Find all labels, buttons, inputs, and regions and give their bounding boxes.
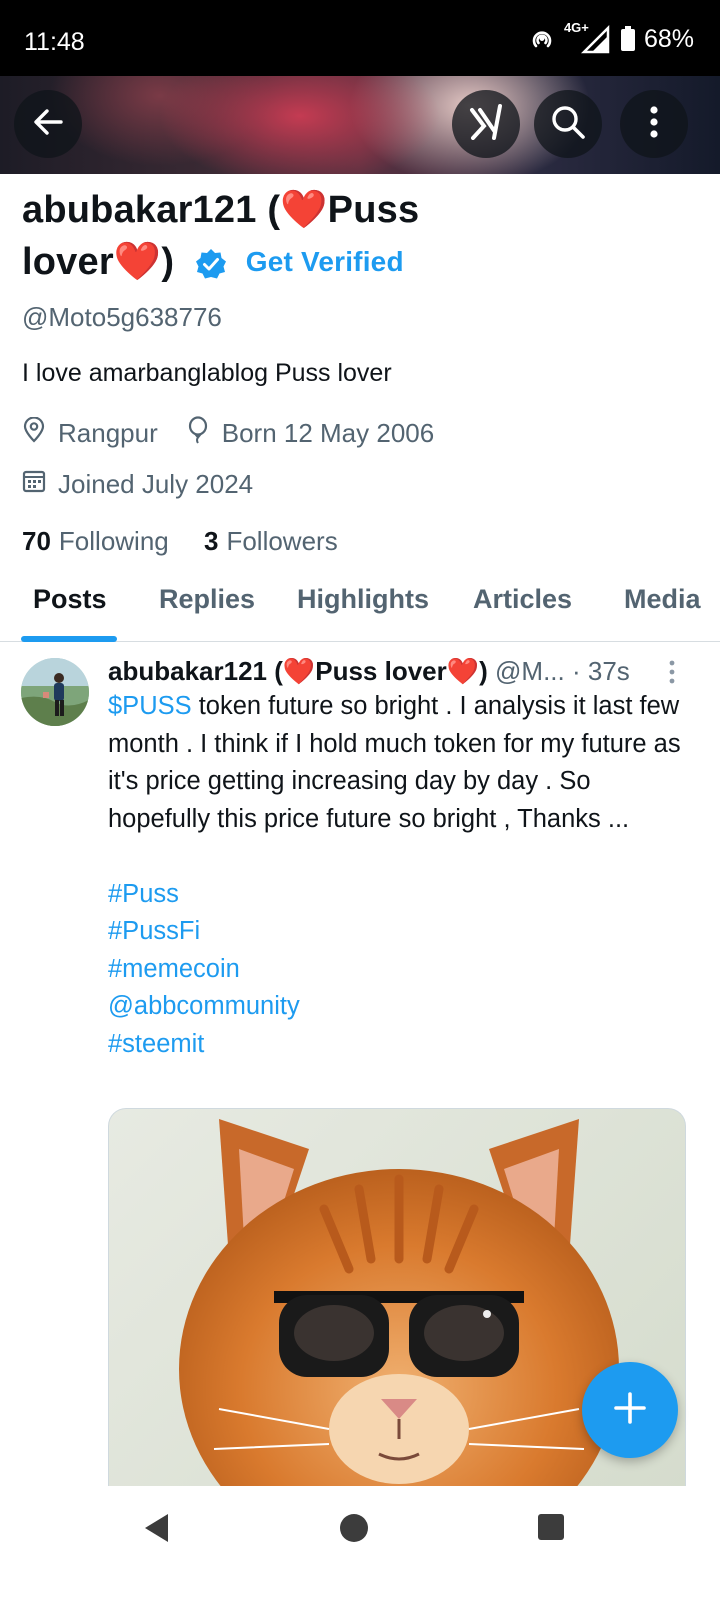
following-count[interactable]: 70 Following bbox=[22, 526, 169, 556]
profile-tabs: Posts Replies Highlights Articles Media bbox=[0, 580, 720, 642]
system-nav-bar bbox=[0, 1486, 720, 1600]
joined-text: Joined July 2024 bbox=[58, 469, 254, 499]
more-button[interactable] bbox=[620, 90, 688, 158]
cashtag-link[interactable]: $PUSS bbox=[108, 692, 192, 720]
hashtag-link[interactable]: #steemit bbox=[108, 1026, 693, 1064]
location-text: Rangpur bbox=[58, 418, 158, 448]
post-text: $PUSS token future so bright . I analysi… bbox=[108, 688, 693, 1063]
hashtag-link[interactable]: #PussFi bbox=[108, 913, 693, 951]
avatar[interactable] bbox=[21, 658, 89, 726]
search-button[interactable] bbox=[534, 90, 602, 158]
more-vertical-icon bbox=[649, 105, 659, 143]
balloon-icon bbox=[186, 416, 210, 451]
hashtag-link[interactable]: #memecoin bbox=[108, 951, 693, 989]
post-text-body: token future so bright . I analysis it l… bbox=[108, 692, 681, 833]
post-header: abubakar121 (❤️Puss lover❤️) @M... · 37s bbox=[108, 656, 698, 687]
profile-banner bbox=[0, 76, 720, 174]
profile-location: Rangpur bbox=[22, 416, 158, 450]
tab-articles[interactable]: Articles bbox=[473, 584, 572, 615]
signal-icon: 4G+ bbox=[564, 20, 612, 54]
location-pin-icon bbox=[22, 416, 46, 450]
plus-icon bbox=[613, 1391, 647, 1430]
followers-count[interactable]: 3 Followers bbox=[204, 526, 338, 556]
nav-recents-icon[interactable] bbox=[536, 1512, 566, 1547]
post-time: · 37s bbox=[571, 656, 630, 686]
post-author-name[interactable]: abubakar121 (❤️Puss lover❤️) bbox=[108, 656, 488, 686]
post-more-button[interactable] bbox=[664, 658, 680, 691]
back-button[interactable] bbox=[14, 90, 82, 158]
profile-handle: @Moto5g638776 bbox=[22, 302, 222, 332]
profile-joined: Joined July 2024 bbox=[22, 469, 253, 500]
status-time: 11:48 bbox=[24, 28, 85, 56]
profile-info: abubakar121 (❤️Puss lover❤️) Get Verifie… bbox=[22, 184, 702, 557]
profile-name-line2: lover❤️) bbox=[22, 241, 175, 283]
battery-icon bbox=[620, 26, 636, 52]
tab-posts[interactable]: Posts bbox=[33, 584, 107, 615]
battery-percent: 68% bbox=[643, 24, 694, 53]
nav-back-icon[interactable] bbox=[142, 1512, 172, 1549]
profile-name-line1: abubakar121 (❤️Puss bbox=[22, 189, 420, 231]
search-icon bbox=[550, 104, 586, 145]
calendar-icon bbox=[22, 469, 46, 500]
tab-media[interactable]: Media bbox=[624, 584, 701, 615]
grok-button[interactable] bbox=[452, 90, 520, 158]
profile-bio: I love amarbanglablog Puss lover bbox=[22, 359, 392, 387]
nav-home-icon[interactable] bbox=[338, 1512, 370, 1549]
arrow-left-icon bbox=[32, 108, 64, 141]
mention-link[interactable]: @abbcommunity bbox=[108, 988, 693, 1026]
post-author-handle: @M... bbox=[495, 656, 565, 686]
grok-icon bbox=[468, 103, 504, 145]
tab-replies[interactable]: Replies bbox=[159, 584, 255, 615]
get-verified-link[interactable]: Get Verified bbox=[246, 246, 404, 277]
status-icons: 4G+ 68% bbox=[528, 20, 694, 54]
active-tab-indicator bbox=[21, 636, 117, 642]
birthday-text: Born 12 May 2006 bbox=[221, 418, 435, 448]
verified-badge-icon[interactable] bbox=[195, 242, 227, 294]
tab-highlights[interactable]: Highlights bbox=[297, 584, 429, 615]
compose-button[interactable] bbox=[582, 1362, 678, 1458]
profile-birthday: Born 12 May 2006 bbox=[186, 416, 434, 451]
status-bar: 11:48 4G+ 68% bbox=[0, 0, 720, 76]
hashtag-link[interactable]: #Puss bbox=[108, 876, 693, 914]
hotspot-icon bbox=[528, 27, 556, 51]
follow-counts: 70 Following 3 Followers bbox=[22, 526, 702, 557]
profile-name: abubakar121 (❤️Puss lover❤️) Get Verifie… bbox=[22, 184, 702, 294]
